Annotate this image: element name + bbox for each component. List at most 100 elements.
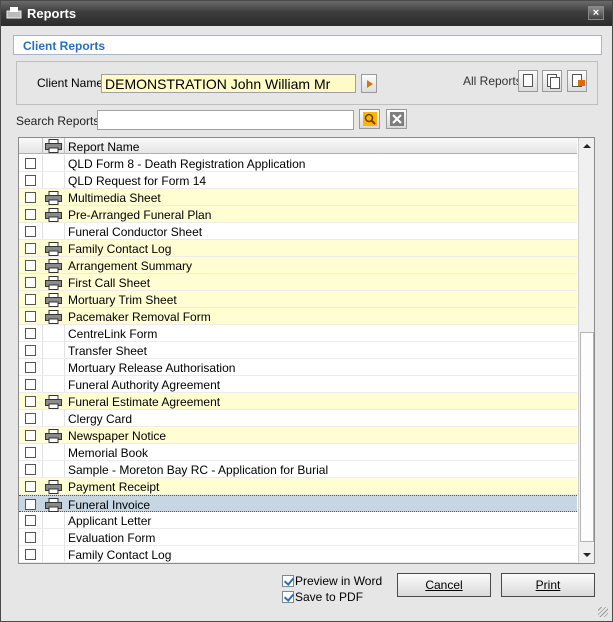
single-doc-icon[interactable] bbox=[518, 70, 538, 92]
printer-icon bbox=[45, 276, 62, 290]
report-name-column-header[interactable]: Report Name bbox=[68, 140, 139, 154]
row-checkbox[interactable] bbox=[25, 515, 36, 526]
report-name: Newspaper Notice bbox=[68, 429, 167, 443]
table-row[interactable]: Pre-Arranged Funeral Plan bbox=[19, 206, 577, 223]
report-name: Mortuary Release Authorisation bbox=[68, 361, 236, 375]
scroll-down-icon[interactable] bbox=[579, 547, 594, 563]
row-checkbox[interactable] bbox=[25, 260, 36, 271]
checkbox-column-header[interactable] bbox=[19, 138, 43, 154]
row-checkbox[interactable] bbox=[25, 464, 36, 475]
client-name-field[interactable]: DEMONSTRATION John William Mr bbox=[101, 74, 356, 93]
table-row[interactable]: Funeral Estimate Agreement bbox=[19, 393, 577, 410]
table-row[interactable]: Applicant Letter bbox=[19, 512, 577, 529]
report-name: Memorial Book bbox=[68, 446, 149, 460]
search-icon[interactable] bbox=[359, 109, 380, 129]
save-pdf-checkbox[interactable] bbox=[282, 591, 294, 603]
scroll-thumb[interactable] bbox=[580, 332, 594, 542]
title-bar[interactable]: Reports × bbox=[1, 1, 612, 26]
table-row[interactable]: Clergy Card bbox=[19, 410, 577, 427]
row-checkbox[interactable] bbox=[25, 294, 36, 305]
export-doc-icon[interactable] bbox=[567, 70, 587, 92]
row-checkbox[interactable] bbox=[25, 192, 36, 203]
table-row[interactable]: Family Contact Log bbox=[19, 240, 577, 257]
row-checkbox[interactable] bbox=[25, 277, 36, 288]
report-rows: QLD Form 8 - Death Registration Applicat… bbox=[19, 155, 577, 563]
clear-icon[interactable] bbox=[386, 109, 407, 129]
row-checkbox[interactable] bbox=[25, 379, 36, 390]
row-checkbox[interactable] bbox=[25, 447, 36, 458]
print-button[interactable]: Print bbox=[501, 573, 595, 597]
printer-icon bbox=[45, 395, 62, 409]
report-name: Multimedia Sheet bbox=[68, 191, 161, 205]
row-checkbox[interactable] bbox=[25, 311, 36, 322]
row-checkbox[interactable] bbox=[25, 413, 36, 424]
table-row[interactable]: First Call Sheet bbox=[19, 274, 577, 291]
arrow-right-icon[interactable] bbox=[361, 74, 377, 93]
vertical-scrollbar[interactable] bbox=[578, 138, 594, 563]
report-name: Funeral Estimate Agreement bbox=[68, 395, 221, 409]
row-checkbox[interactable] bbox=[25, 481, 36, 492]
table-row[interactable]: Pacemaker Removal Form bbox=[19, 308, 577, 325]
table-row[interactable]: Multimedia Sheet bbox=[19, 189, 577, 206]
table-row[interactable]: Evaluation Form bbox=[19, 529, 577, 546]
report-name: Funeral Invoice bbox=[68, 498, 151, 512]
row-checkbox[interactable] bbox=[25, 226, 36, 237]
table-row[interactable]: Arrangement Summary bbox=[19, 257, 577, 274]
preview-word-checkbox[interactable] bbox=[282, 575, 294, 587]
table-row[interactable]: Funeral Authority Agreement bbox=[19, 376, 577, 393]
table-row[interactable]: QLD Request for Form 14 bbox=[19, 172, 577, 189]
client-name-label: Client Name: bbox=[37, 76, 107, 90]
report-name: QLD Form 8 - Death Registration Applicat… bbox=[68, 157, 306, 171]
row-checkbox[interactable] bbox=[25, 396, 36, 407]
printer-icon bbox=[45, 191, 62, 205]
table-row[interactable]: Memorial Book bbox=[19, 444, 577, 461]
cancel-button[interactable]: Cancel bbox=[397, 573, 491, 597]
reports-app-icon bbox=[6, 7, 22, 19]
all-reports-label: All Reports bbox=[463, 74, 522, 88]
printer-icon bbox=[45, 480, 62, 494]
report-name: Funeral Conductor Sheet bbox=[68, 225, 203, 239]
table-row[interactable]: Funeral Invoice bbox=[19, 495, 577, 512]
row-checkbox[interactable] bbox=[25, 209, 36, 220]
report-name: Mortuary Trim Sheet bbox=[68, 293, 177, 307]
table-row[interactable]: CentreLink Form bbox=[19, 325, 577, 342]
window-title: Reports bbox=[27, 6, 77, 21]
report-name: Evaluation Form bbox=[68, 531, 156, 545]
report-name: Sample - Moreton Bay RC - Application fo… bbox=[68, 463, 329, 477]
close-icon[interactable]: × bbox=[588, 6, 604, 20]
row-checkbox[interactable] bbox=[25, 362, 36, 373]
row-checkbox[interactable] bbox=[25, 243, 36, 254]
row-checkbox[interactable] bbox=[25, 430, 36, 441]
row-checkbox[interactable] bbox=[25, 532, 36, 543]
row-checkbox[interactable] bbox=[25, 175, 36, 186]
search-input[interactable] bbox=[97, 110, 354, 130]
report-name: Payment Receipt bbox=[68, 480, 160, 494]
report-name: Arrangement Summary bbox=[68, 259, 193, 273]
save-pdf-label: Save to PDF bbox=[295, 590, 364, 604]
table-row[interactable]: Payment Receipt bbox=[19, 478, 577, 495]
row-checkbox[interactable] bbox=[25, 549, 36, 560]
table-row[interactable]: Transfer Sheet bbox=[19, 342, 577, 359]
report-name: QLD Request for Form 14 bbox=[68, 174, 207, 188]
printer-icon bbox=[45, 139, 62, 153]
report-name: Family Contact Log bbox=[68, 548, 172, 562]
resize-grip[interactable] bbox=[598, 607, 608, 617]
table-row[interactable]: Funeral Conductor Sheet bbox=[19, 223, 577, 240]
scroll-up-icon[interactable] bbox=[579, 138, 594, 154]
table-row[interactable]: Sample - Moreton Bay RC - Application fo… bbox=[19, 461, 577, 478]
table-row[interactable]: Mortuary Release Authorisation bbox=[19, 359, 577, 376]
printer-icon bbox=[45, 310, 62, 324]
table-row[interactable]: QLD Form 8 - Death Registration Applicat… bbox=[19, 155, 577, 172]
row-checkbox[interactable] bbox=[25, 158, 36, 169]
header-panel: Client Reports bbox=[13, 35, 602, 55]
client-group: Client Name: DEMONSTRATION John William … bbox=[16, 61, 598, 105]
table-row[interactable]: Family Contact Log bbox=[19, 546, 577, 563]
row-checkbox[interactable] bbox=[25, 328, 36, 339]
print-column-header[interactable] bbox=[43, 138, 65, 154]
row-checkbox[interactable] bbox=[25, 345, 36, 356]
row-checkbox[interactable] bbox=[25, 499, 36, 510]
table-row[interactable]: Newspaper Notice bbox=[19, 427, 577, 444]
report-name: Funeral Authority Agreement bbox=[68, 378, 221, 392]
multi-doc-icon[interactable] bbox=[542, 70, 562, 92]
table-row[interactable]: Mortuary Trim Sheet bbox=[19, 291, 577, 308]
